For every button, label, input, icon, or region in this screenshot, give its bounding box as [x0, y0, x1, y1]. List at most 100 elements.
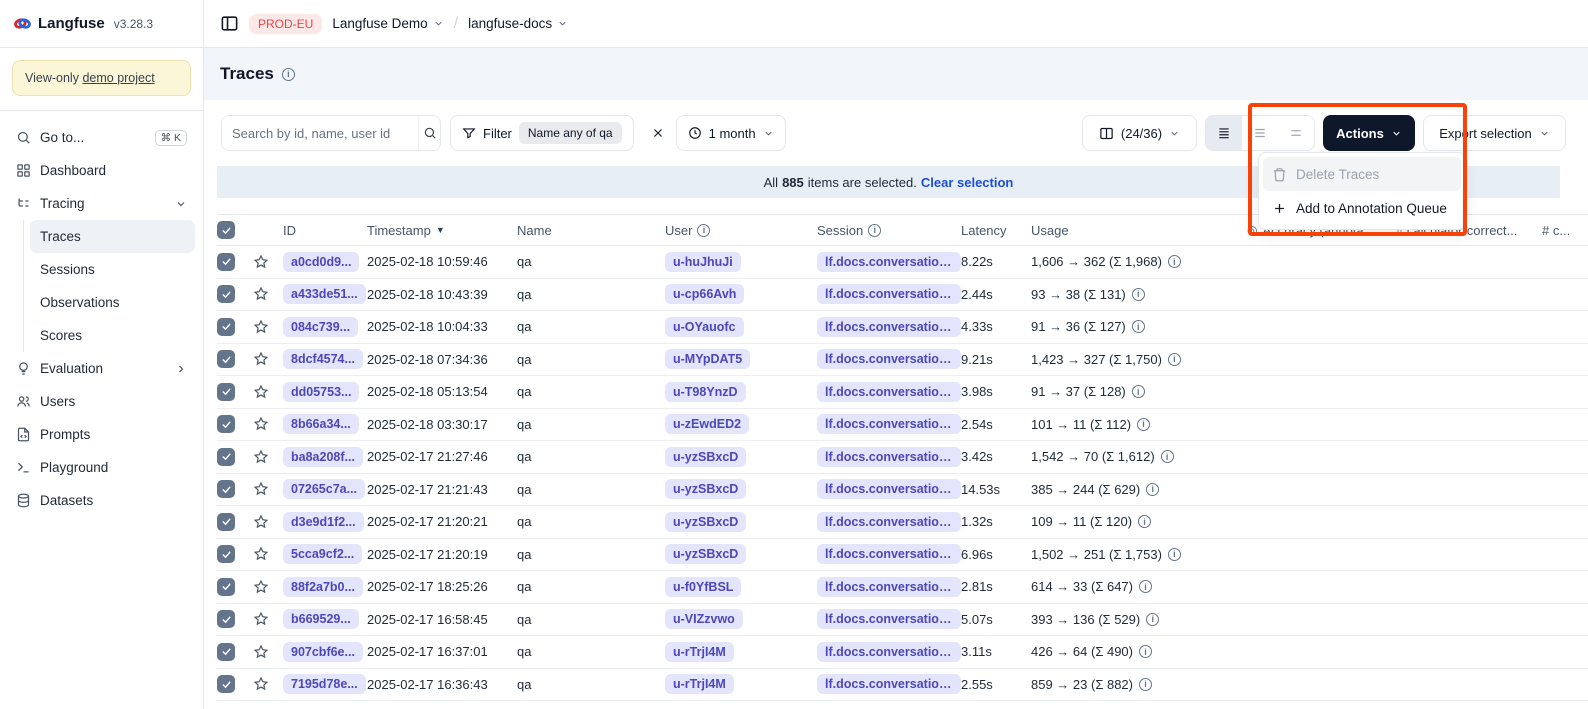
trace-id-badge[interactable]: a0cd0d9...: [283, 252, 359, 272]
user-badge[interactable]: u-yzSBxcD: [665, 544, 746, 564]
usage-info-icon[interactable]: i: [1168, 353, 1181, 366]
star-icon[interactable]: [253, 416, 269, 432]
sidebar-item-dashboard[interactable]: Dashboard: [8, 154, 195, 187]
trace-id-badge[interactable]: d3e9d1f2...: [283, 512, 364, 532]
user-badge[interactable]: u-yzSBxcD: [665, 447, 746, 467]
star-icon[interactable]: [253, 449, 269, 465]
table-row[interactable]: b669529... 2025-02-17 16:58:45 qa u-VIZz…: [217, 604, 1588, 637]
table-row[interactable]: 5cca9cf2... 2025-02-17 21:20:19 qa u-yzS…: [217, 539, 1588, 572]
col-header-timestamp[interactable]: Timestamp▼: [367, 223, 517, 238]
user-badge[interactable]: u-zEwdED2: [665, 414, 749, 434]
row-height-medium-icon[interactable]: [1242, 116, 1278, 150]
row-height-large-icon[interactable]: [1278, 116, 1314, 150]
user-badge[interactable]: u-rTrjI4M: [665, 642, 734, 662]
sidebar-item-goto[interactable]: Go to... ⌘ K: [8, 121, 195, 154]
search-submit-icon[interactable]: [418, 116, 440, 150]
session-badge[interactable]: lf.docs.conversation...: [817, 642, 961, 662]
trace-id-badge[interactable]: dd05753...: [283, 382, 359, 402]
user-badge[interactable]: u-rTrjI4M: [665, 674, 734, 694]
table-row[interactable]: ba8a208f... 2025-02-17 21:27:46 qa u-yzS…: [217, 441, 1588, 474]
sidebar-item-playground[interactable]: Playground: [8, 451, 195, 484]
table-row[interactable]: a0cd0d9... 2025-02-18 10:59:46 qa u-huJh…: [217, 246, 1588, 279]
sidebar-item-tracing[interactable]: Tracing: [8, 187, 195, 220]
user-badge[interactable]: u-OYauofc: [665, 317, 744, 337]
session-badge[interactable]: lf.docs.conversation...: [817, 284, 961, 304]
session-badge[interactable]: lf.docs.conversation...: [817, 414, 961, 434]
col-header-score-other[interactable]: # c...: [1542, 223, 1588, 238]
row-checkbox[interactable]: [217, 578, 235, 596]
sidebar-item-evaluation[interactable]: Evaluation: [8, 352, 195, 385]
table-row[interactable]: d3e9d1f2... 2025-02-17 21:20:21 qa u-yzS…: [217, 506, 1588, 539]
col-header-user[interactable]: Useri: [665, 223, 817, 238]
sidebar-item-sessions[interactable]: Sessions: [30, 253, 195, 286]
session-badge[interactable]: lf.docs.conversation...: [817, 577, 961, 597]
clear-filter-icon[interactable]: [649, 124, 667, 142]
session-badge[interactable]: lf.docs.conversation...: [817, 317, 961, 337]
user-badge[interactable]: u-yzSBxcD: [665, 479, 746, 499]
user-badge[interactable]: u-T98YnzD: [665, 382, 746, 402]
star-icon[interactable]: [253, 546, 269, 562]
breadcrumb-org[interactable]: Langfuse Demo: [332, 16, 443, 31]
row-checkbox[interactable]: [217, 415, 235, 433]
menu-item-delete-traces[interactable]: Delete Traces: [1263, 157, 1461, 191]
trace-id-badge[interactable]: 084c739...: [283, 317, 358, 337]
trace-id-badge[interactable]: 8dcf4574...: [283, 349, 363, 369]
row-checkbox[interactable]: [217, 545, 235, 563]
col-header-id[interactable]: ID: [283, 223, 367, 238]
table-row[interactable]: 88f2a7b0... 2025-02-17 18:25:26 qa u-f0Y…: [217, 571, 1588, 604]
star-icon[interactable]: [253, 579, 269, 595]
trace-id-badge[interactable]: 07265c7a...: [283, 479, 365, 499]
row-checkbox[interactable]: [217, 480, 235, 498]
breadcrumb-project[interactable]: langfuse-docs: [468, 16, 568, 31]
demo-project-link[interactable]: demo project: [82, 71, 154, 85]
actions-button[interactable]: Actions: [1323, 115, 1415, 151]
menu-item-add-to-annotation-queue[interactable]: Add to Annotation Queue: [1263, 191, 1461, 225]
usage-info-icon[interactable]: i: [1168, 548, 1181, 561]
session-badge[interactable]: lf.docs.conversation...: [817, 512, 961, 532]
sidebar-item-datasets[interactable]: Datasets: [8, 484, 195, 517]
trace-id-badge[interactable]: 907cbf6e...: [283, 642, 363, 662]
trace-id-badge[interactable]: 88f2a7b0...: [283, 577, 363, 597]
trace-id-badge[interactable]: 8b66a34...: [283, 414, 359, 434]
row-checkbox[interactable]: [217, 448, 235, 466]
sidebar-item-traces[interactable]: Traces: [30, 220, 195, 253]
star-icon[interactable]: [253, 351, 269, 367]
star-icon[interactable]: [253, 254, 269, 270]
table-row[interactable]: 7195d78e... 2025-02-17 16:36:43 qa u-rTr…: [217, 669, 1588, 702]
table-row[interactable]: 084c739... 2025-02-18 10:04:33 qa u-OYau…: [217, 311, 1588, 344]
star-icon[interactable]: [253, 319, 269, 335]
info-icon[interactable]: i: [282, 68, 295, 81]
col-header-name[interactable]: Name: [517, 223, 665, 238]
table-row[interactable]: dd05753... 2025-02-18 05:13:54 qa u-T98Y…: [217, 376, 1588, 409]
sidebar-item-users[interactable]: Users: [8, 385, 195, 418]
session-badge[interactable]: lf.docs.conversation...: [817, 252, 961, 272]
session-badge[interactable]: lf.docs.conversation...: [817, 609, 961, 629]
star-icon[interactable]: [253, 514, 269, 530]
user-badge[interactable]: u-huJhuJi: [665, 252, 741, 272]
table-row[interactable]: 907cbf6e... 2025-02-17 16:37:01 qa u-rTr…: [217, 636, 1588, 669]
user-badge[interactable]: u-yzSBxcD: [665, 512, 746, 532]
session-badge[interactable]: lf.docs.conversation...: [817, 447, 961, 467]
column-visibility-button[interactable]: (24/36): [1082, 115, 1197, 151]
usage-info-icon[interactable]: i: [1139, 580, 1152, 593]
row-checkbox[interactable]: [217, 643, 235, 661]
row-checkbox[interactable]: [217, 253, 235, 271]
user-badge[interactable]: u-MYpDAT5: [665, 349, 750, 369]
usage-info-icon[interactable]: i: [1168, 255, 1181, 268]
table-row[interactable]: 8dcf4574... 2025-02-18 07:34:36 qa u-MYp…: [217, 344, 1588, 377]
trace-id-badge[interactable]: 7195d78e...: [283, 674, 366, 694]
table-row[interactable]: 07265c7a... 2025-02-17 21:21:43 qa u-yzS…: [217, 474, 1588, 507]
star-icon[interactable]: [253, 384, 269, 400]
session-badge[interactable]: lf.docs.conversation...: [817, 674, 961, 694]
row-checkbox[interactable]: [217, 383, 235, 401]
usage-info-icon[interactable]: i: [1146, 613, 1159, 626]
usage-info-icon[interactable]: i: [1146, 483, 1159, 496]
usage-info-icon[interactable]: i: [1132, 320, 1145, 333]
row-checkbox[interactable]: [217, 610, 235, 628]
table-row[interactable]: a433de51... 2025-02-18 10:43:39 qa u-cp6…: [217, 279, 1588, 312]
usage-info-icon[interactable]: i: [1137, 418, 1150, 431]
row-checkbox[interactable]: [217, 513, 235, 531]
col-header-session[interactable]: Sessioni: [817, 223, 961, 238]
sidebar-item-observations[interactable]: Observations: [30, 286, 195, 319]
usage-info-icon[interactable]: i: [1138, 515, 1151, 528]
